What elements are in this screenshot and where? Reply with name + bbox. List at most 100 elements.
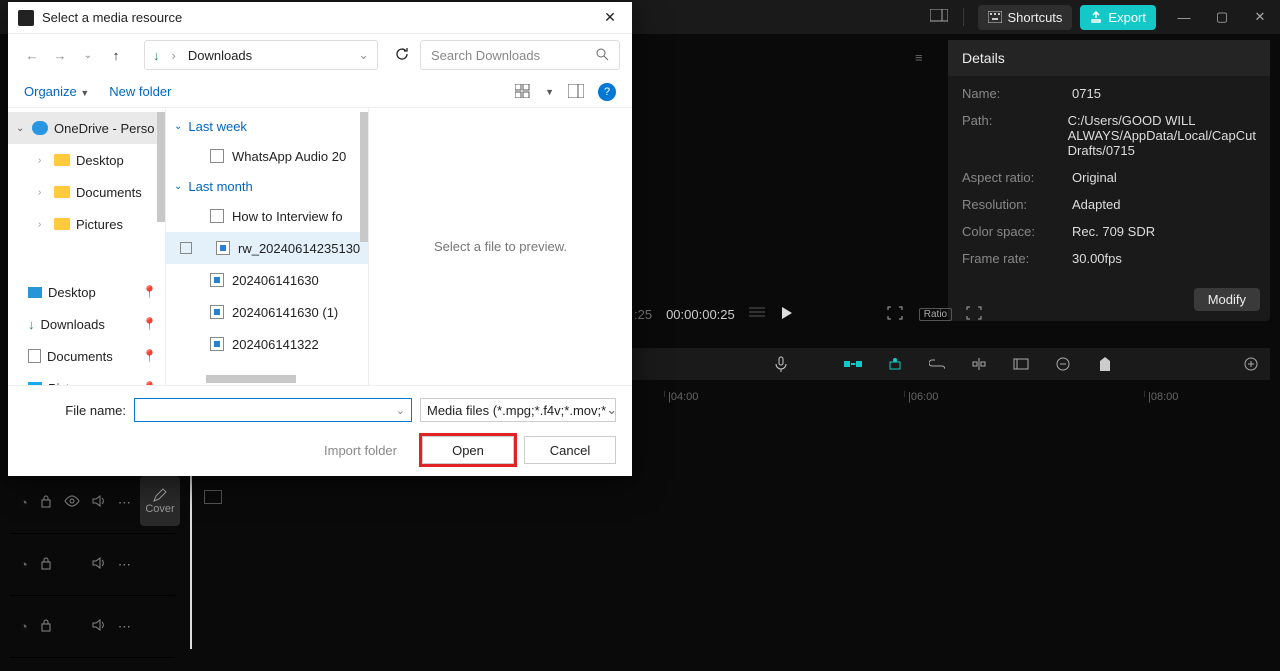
detail-fr-key: Frame rate: <box>962 251 1072 266</box>
file-item-selected[interactable]: rw_20240614235130 <box>166 232 368 264</box>
export-button[interactable]: Export <box>1080 5 1156 30</box>
open-button[interactable]: Open <box>422 436 514 464</box>
zoom-in-icon[interactable] <box>1242 355 1260 373</box>
file-item[interactable]: 202406141630 <box>166 264 368 296</box>
nav-up-button[interactable]: ↑ <box>104 48 128 63</box>
detail-ar-value: Original <box>1072 170 1256 185</box>
nav-recent-dropdown[interactable]: ⌄ <box>76 50 100 61</box>
speaker-icon[interactable] <box>92 619 106 634</box>
lock-icon[interactable] <box>40 556 52 573</box>
filename-dropdown-icon[interactable]: ⌄ <box>396 404 405 417</box>
zoom-slider-handle[interactable] <box>1096 355 1114 373</box>
file-item[interactable]: 202406141630 (1) <box>166 296 368 328</box>
more-icon[interactable]: ⋯ <box>118 619 131 635</box>
mic-icon[interactable] <box>772 355 790 373</box>
file-item[interactable]: 202406141322 <box>166 328 368 360</box>
minimize-button[interactable]: — <box>1174 10 1194 25</box>
chevron-right-icon[interactable]: › <box>38 187 48 198</box>
nav-forward-button[interactable]: → <box>48 48 72 63</box>
file-checkbox[interactable] <box>180 242 192 254</box>
chevron-right-icon[interactable]: › <box>38 219 48 230</box>
eye-icon[interactable] <box>64 495 80 510</box>
tree-item-pictures[interactable]: › Pictures <box>8 208 165 240</box>
more-icon[interactable]: ⋯ <box>118 495 131 511</box>
group-label: Last week <box>188 119 247 134</box>
preview-render-icon[interactable] <box>1012 355 1030 373</box>
panel-menu-icon[interactable]: ≡ <box>915 50 923 65</box>
filelist-hscrollbar-thumb[interactable] <box>206 375 296 383</box>
list-icon[interactable] <box>749 307 767 322</box>
app-icon <box>18 10 34 26</box>
expand-icon[interactable] <box>966 306 984 323</box>
speaker-icon[interactable] <box>92 495 106 510</box>
preview-placeholder: Select a file to preview. <box>434 239 567 254</box>
detail-path-value: C:/Users/GOOD WILL ALWAYS/AppData/Local/… <box>1068 113 1256 158</box>
align-icon[interactable] <box>970 355 988 373</box>
play-button[interactable] <box>781 306 799 323</box>
filelist-scrollbar-thumb[interactable] <box>360 112 368 242</box>
zoom-out-icon[interactable] <box>1054 355 1072 373</box>
tree-quick-documents[interactable]: Documents 📍 <box>8 340 165 372</box>
detail-ar-key: Aspect ratio: <box>962 170 1072 185</box>
more-icon[interactable]: ⋯ <box>118 557 131 573</box>
clock-icon[interactable]: ◔ <box>20 495 28 510</box>
speaker-icon[interactable] <box>92 557 106 572</box>
search-input[interactable]: Search Downloads <box>420 40 620 70</box>
ratio-button[interactable]: Ratio <box>919 308 952 321</box>
tree-item-desktop[interactable]: › Desktop <box>8 144 165 176</box>
maximize-button[interactable]: ▢ <box>1212 9 1232 25</box>
folder-tree[interactable]: ⌄ OneDrive - Perso › Desktop › Documents… <box>8 108 166 385</box>
filename-input[interactable]: ⌄ <box>134 398 412 422</box>
tree-scrollbar-thumb[interactable] <box>157 112 165 222</box>
modify-button[interactable]: Modify <box>1194 288 1260 311</box>
tree-quick-desktop[interactable]: Desktop 📍 <box>8 276 165 308</box>
view-mode-icon[interactable] <box>515 84 531 100</box>
preview-pane-icon[interactable] <box>568 84 584 100</box>
magnet-icon[interactable] <box>844 355 862 373</box>
file-open-dialog: Select a media resource ✕ ← → ⌄ ↑ ↓ › Do… <box>8 2 632 476</box>
close-app-button[interactable]: ✕ <box>1250 9 1270 25</box>
organize-menu[interactable]: Organize ▼ <box>24 84 89 99</box>
audio-file-icon <box>210 209 224 223</box>
tree-item-documents[interactable]: › Documents <box>8 176 165 208</box>
filetype-filter[interactable]: Media files (*.mpg;*.f4v;*.mov;* ⌄ <box>420 398 616 422</box>
chevron-down-icon[interactable]: ⌄ <box>16 123 26 134</box>
tree-quick-pictures[interactable]: Pictures 📍 <box>8 372 165 385</box>
tree-quick-downloads[interactable]: ↓ Downloads 📍 <box>8 308 165 340</box>
downloads-icon: ↓ <box>28 317 35 332</box>
group-label: Last month <box>188 179 252 194</box>
onedrive-icon <box>32 121 48 135</box>
nav-back-button[interactable]: ← <box>20 48 44 63</box>
tree-item-onedrive[interactable]: ⌄ OneDrive - Perso <box>8 112 165 144</box>
layout-mode-icon[interactable] <box>929 9 949 26</box>
path-dropdown-icon[interactable]: ⌄ <box>358 47 369 63</box>
fullscreen-icon[interactable] <box>887 306 905 323</box>
clock-icon[interactable]: ◔ <box>20 557 28 572</box>
new-folder-button[interactable]: New folder <box>109 84 171 99</box>
link-icon[interactable] <box>928 355 946 373</box>
group-header-lastweek[interactable]: ⌄ Last week <box>166 112 368 140</box>
file-list[interactable]: ⌄ Last week WhatsApp Audio 20 ⌄ Last mon… <box>166 108 368 385</box>
cancel-button[interactable]: Cancel <box>524 436 616 464</box>
tree-label: Desktop <box>48 285 96 300</box>
path-segment[interactable]: Downloads <box>188 48 252 63</box>
dialog-close-button[interactable]: ✕ <box>598 9 622 26</box>
file-item[interactable]: How to Interview fo <box>166 200 368 232</box>
detail-res-key: Resolution: <box>962 197 1072 212</box>
chevron-right-icon[interactable]: › <box>38 155 48 166</box>
tree-label: Downloads <box>41 317 105 332</box>
dialog-title: Select a media resource <box>42 10 182 25</box>
help-icon[interactable]: ? <box>598 83 616 101</box>
filter-dropdown-icon[interactable]: ⌄ <box>606 402 616 418</box>
lock-icon[interactable] <box>40 494 52 511</box>
import-folder-button[interactable]: Import folder <box>324 443 397 458</box>
shortcuts-button[interactable]: Shortcuts <box>978 5 1073 30</box>
file-item[interactable]: WhatsApp Audio 20 <box>166 140 368 172</box>
view-mode-dropdown[interactable]: ▼ <box>545 87 554 97</box>
lock-icon[interactable] <box>40 618 52 635</box>
group-header-lastmonth[interactable]: ⌄ Last month <box>166 172 368 200</box>
auto-snap-icon[interactable] <box>886 355 904 373</box>
address-bar[interactable]: ↓ › Downloads ⌄ <box>144 40 378 70</box>
clock-icon[interactable]: ◔ <box>20 619 28 634</box>
refresh-button[interactable] <box>394 46 410 65</box>
